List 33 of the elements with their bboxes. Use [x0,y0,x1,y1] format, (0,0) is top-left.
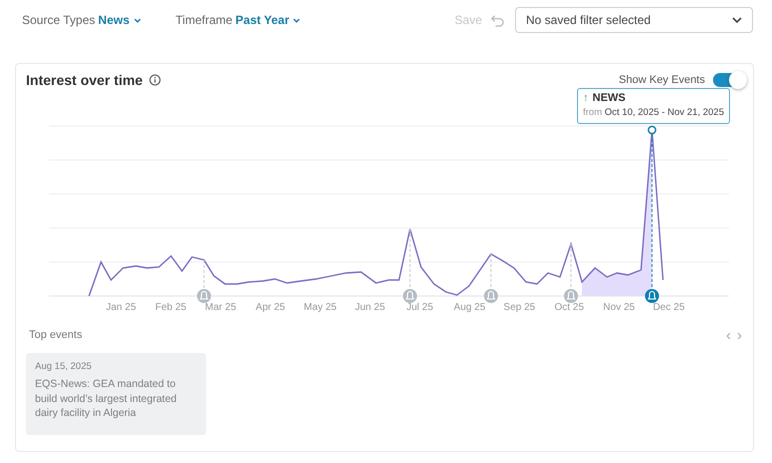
card-title: Interest over time [26,72,143,88]
event-marker-icon[interactable] [484,254,498,303]
toggle-label: Show Key Events [618,74,705,86]
axis-label: Apr 25 [256,302,286,313]
filter-dropdown[interactable]: Source Types News [22,13,142,27]
axis-label: Nov 25 [603,302,635,313]
event-marker-icon[interactable] [197,260,211,303]
event-date: Aug 15, 2025 [35,361,93,372]
section-title: Top events [29,329,82,341]
event-marker-icon[interactable] [403,228,417,303]
tooltip-title: NEWS [592,92,626,104]
axis-label: Dec 25 [652,302,685,313]
chevron-down-icon [292,16,302,24]
arrow-up-icon: ↑ [583,92,588,104]
axis-label: Oct 25 [554,302,584,313]
tooltip-range: from Oct 10, 2025 - Nov 21, 2025 [583,107,724,118]
chevron-down-icon [132,16,142,24]
saved-filter-select[interactable]: No saved filter selected [515,7,753,33]
event-headline: EQS-News: GEA mandated to build world’s largest integrated dairy facility in Algeria [35,377,178,420]
axis-label: Mar 25 [205,302,236,313]
filter-dropdown[interactable]: Timeframe Past Year [176,13,302,27]
next-button[interactable]: › [734,326,745,344]
event-marker-icon[interactable] [564,244,578,303]
axis-label: Feb 25 [155,302,186,313]
axis-label: Jan 25 [106,302,136,313]
axis-label: Aug 25 [454,302,486,313]
axis-label: Jul 25 [406,302,434,313]
axis-label: May 25 [304,302,337,313]
axis-label: Jun 25 [354,302,386,313]
axis-label: Sep 25 [504,302,536,313]
info-icon[interactable] [148,74,161,86]
previous-button[interactable]: ‹ [723,326,734,344]
event-marker-icon[interactable] [645,289,659,303]
